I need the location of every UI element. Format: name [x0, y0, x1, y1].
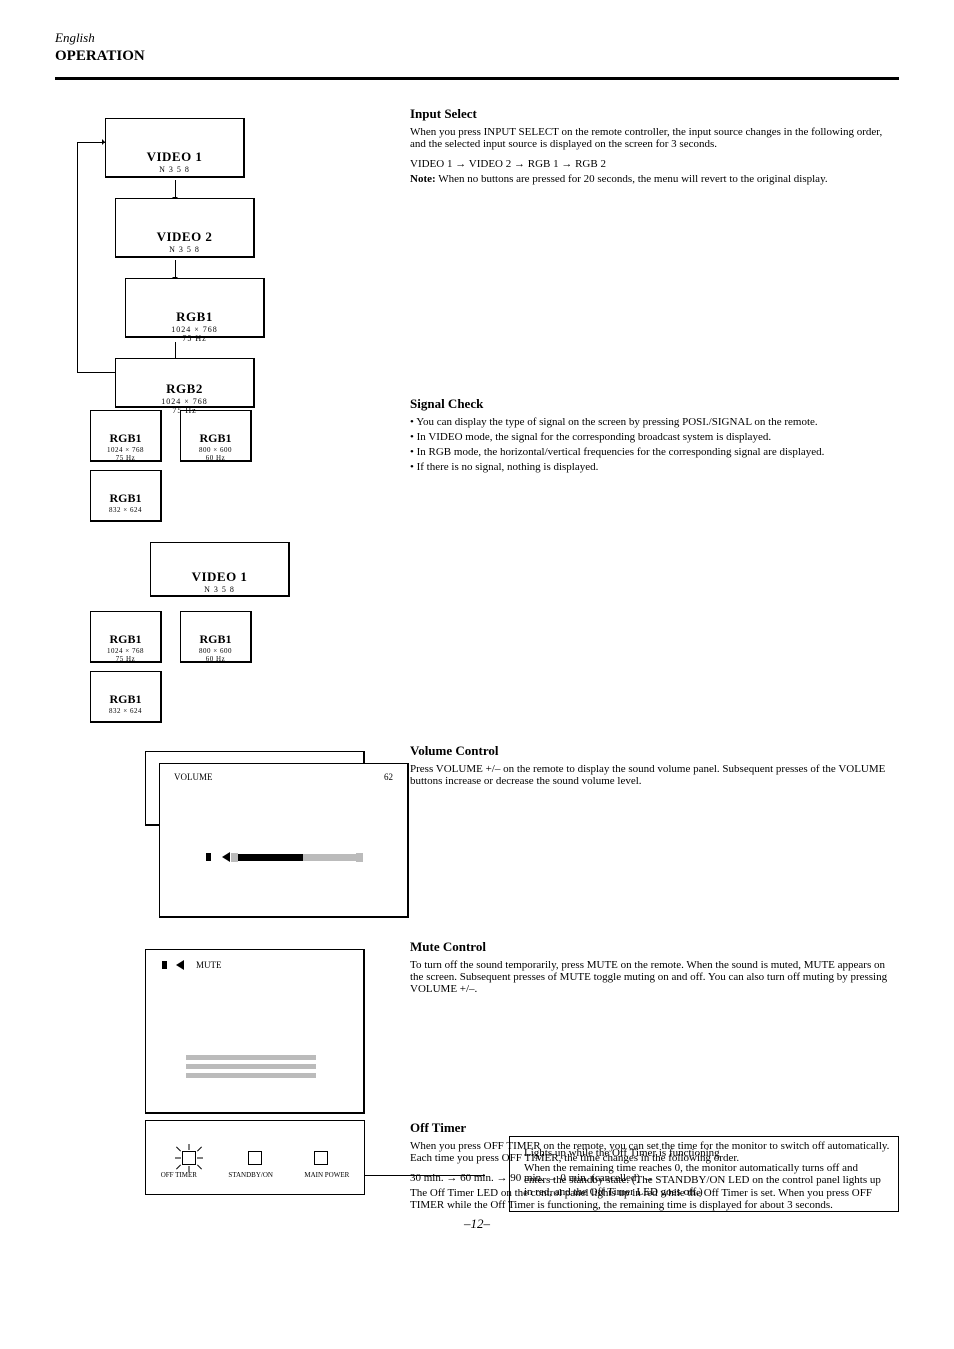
led-label: OFF TIMER	[161, 1171, 197, 1179]
led-panel-figure	[145, 1120, 365, 1195]
crt-label: RGB1	[126, 309, 263, 325]
mini-label: RGB1	[91, 431, 160, 446]
signal-check-title: Signal Check	[410, 396, 899, 412]
note-body: When no buttons are pressed for 20 secon…	[438, 173, 827, 185]
input-select-order: VIDEO 1 → VIDEO 2 → RGB 1 → RGB 2	[410, 158, 899, 170]
speaker-icon	[162, 961, 167, 969]
signal-check-bullet: • If there is no signal, nothing is disp…	[410, 461, 899, 473]
mini-sub: 1024 × 768	[91, 647, 160, 655]
crt-sub: N 3 5 8	[116, 245, 253, 254]
crt-sub: N 3 5 8	[106, 165, 243, 174]
mute-title: Mute Control	[410, 939, 899, 955]
mini-sub: 800 × 600	[181, 647, 250, 655]
crt-sub: N 3 5 8	[151, 585, 288, 594]
volume-slider[interactable]	[238, 854, 356, 861]
mini-label: RGB1	[181, 431, 250, 446]
mini-label: RGB1	[91, 632, 160, 647]
mini-label: RGB1	[91, 692, 160, 707]
volume-body: Press VOLUME +/– on the remote to displa…	[410, 763, 899, 787]
horizontal-rule	[55, 77, 899, 80]
main-power-led-icon	[314, 1151, 328, 1165]
crt-sub2: 75 Hz	[126, 334, 263, 343]
mute-panel-figure: MUTE	[145, 949, 365, 1114]
crt-sub: 1024 × 768	[116, 397, 253, 406]
off-timer-led-icon	[182, 1151, 196, 1165]
signal-check-bullet: • You can display the type of signal on …	[410, 416, 899, 428]
page-number: –12–	[464, 1216, 490, 1232]
input-select-body: When you press INPUT SELECT on the remot…	[410, 126, 899, 150]
speaker-icon	[217, 852, 230, 862]
signal-check-figure: RGB1 1024 × 768 75 Hz RGB1 800 × 600 60 …	[55, 396, 380, 729]
mini-sub: 1024 × 768	[91, 446, 160, 454]
crt-label: VIDEO 1	[151, 569, 288, 585]
crt-label: VIDEO 1	[106, 149, 243, 165]
header-language: English	[55, 30, 899, 46]
crt-sub: 1024 × 768	[126, 325, 263, 334]
volume-title: Volume Control	[410, 743, 899, 759]
mute-label: MUTE	[196, 960, 222, 970]
volume-panel-figure: VOLUME 62	[145, 751, 415, 921]
speaker-icon	[206, 853, 211, 861]
speaker-icon	[171, 960, 184, 970]
mute-bars	[186, 1055, 347, 1078]
mini-sub: 60 Hz	[181, 655, 250, 663]
mini-sub: 800 × 600	[181, 446, 250, 454]
volume-value: 62	[384, 772, 393, 782]
mini-sub: 832 × 624	[91, 707, 160, 715]
mini-sub: 75 Hz	[91, 655, 160, 663]
input-select-figure: VIDEO 1 N 3 5 8 VIDEO 2 N 3 5 8 RGB1 102…	[55, 106, 380, 390]
crt-label: VIDEO 2	[116, 229, 253, 245]
mini-label: RGB1	[181, 632, 250, 647]
mini-sub: 75 Hz	[91, 454, 160, 462]
note-label: Note:	[410, 173, 436, 185]
page-title: OPERATION	[55, 48, 899, 65]
mini-sub: 832 × 624	[91, 506, 160, 514]
mini-sub: 60 Hz	[181, 454, 250, 462]
crt-sub2: 75 Hz	[116, 406, 253, 415]
off-timer-title: Off Timer	[410, 1120, 899, 1136]
signal-check-bullet: • In VIDEO mode, the signal for the corr…	[410, 431, 899, 443]
standby-led-icon	[248, 1151, 262, 1165]
volume-label: VOLUME	[174, 772, 213, 782]
crt-label: RGB2	[116, 381, 253, 397]
mute-body: To turn off the sound temporarily, press…	[410, 959, 899, 995]
input-select-title: Input Select	[410, 106, 899, 122]
signal-check-bullet: • In RGB mode, the horizontal/vertical f…	[410, 446, 899, 458]
led-label: STANDBY/ON	[228, 1171, 273, 1179]
led-label: MAIN POWER	[304, 1171, 349, 1179]
mini-label: RGB1	[91, 491, 160, 506]
